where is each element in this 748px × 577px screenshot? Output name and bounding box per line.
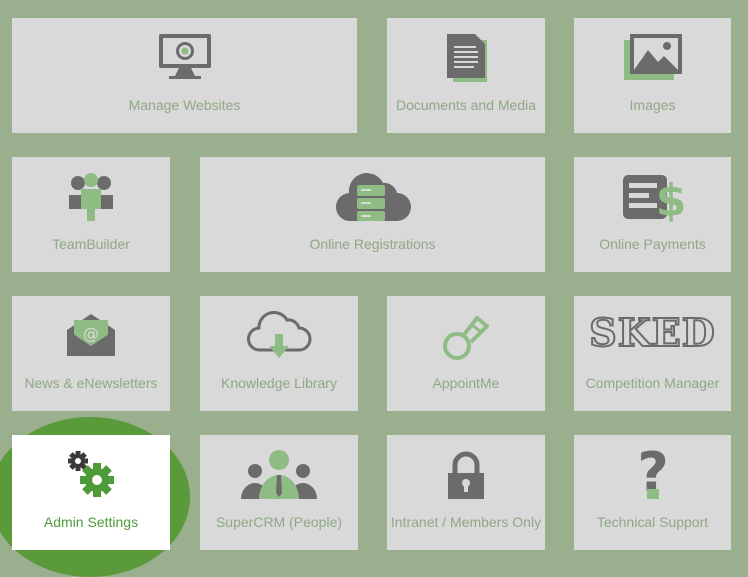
tile-label: Competition Manager [585,375,720,391]
tile-label: Online Payments [599,236,706,252]
tile-label: Admin Settings [43,514,139,530]
document-icon [443,32,489,84]
tile-technical-support[interactable]: ? Technical Support [574,435,731,550]
image-icon [622,32,684,82]
svg-text:@: @ [83,324,99,343]
tile-competition-manager[interactable]: SKED Competition Manager [574,296,731,411]
cloud-download-icon [246,310,312,362]
sked-logo: SKED [588,309,716,356]
envelope-icon: @ [65,312,117,358]
tile-documents-media[interactable]: Documents and Media [387,18,545,133]
cloud-database-icon [335,169,411,223]
tile-teambuilder[interactable]: TeamBuilder [12,157,170,272]
tile-label: Knowledge Library [221,375,337,391]
payment-icon: $ [621,171,685,223]
tile-label: Images [629,97,676,113]
tile-label: News & eNewsletters [24,375,158,391]
tile-label: Technical Support [596,514,709,530]
tile-online-registrations[interactable]: Online Registrations [200,157,545,272]
tile-label: Documents and Media [395,97,537,113]
tile-label: Intranet / Members Only [390,514,542,530]
tile-manage-websites[interactable]: Manage Websites [12,18,357,133]
gear-icon [66,449,116,499]
tile-label: SuperCRM (People) [215,514,343,530]
monitor-icon [157,32,213,82]
lock-icon [446,449,486,501]
tile-knowledge-library[interactable]: Knowledge Library [200,296,358,411]
question-icon: ? [633,445,673,501]
whistle-icon [441,310,491,364]
tile-online-payments[interactable]: $ Online Payments [574,157,731,272]
tile-intranet-members[interactable]: Intranet / Members Only [387,435,545,550]
tile-label: Manage Websites [128,97,241,113]
tile-admin-settings[interactable]: Admin Settings [12,435,170,550]
tile-news-enewsletters[interactable]: @ News & eNewsletters [12,296,170,411]
tile-label: AppointMe [432,375,500,391]
svg-text:$: $ [655,175,684,223]
team-icon [68,171,114,223]
tile-images[interactable]: Images [574,18,731,133]
tile-label: Online Registrations [309,236,436,252]
tile-supercrm-people[interactable]: SuperCRM (People) [200,435,358,550]
people-icon [241,449,317,499]
tile-label: TeamBuilder [52,236,130,252]
tile-appointme[interactable]: AppointMe [387,296,545,411]
